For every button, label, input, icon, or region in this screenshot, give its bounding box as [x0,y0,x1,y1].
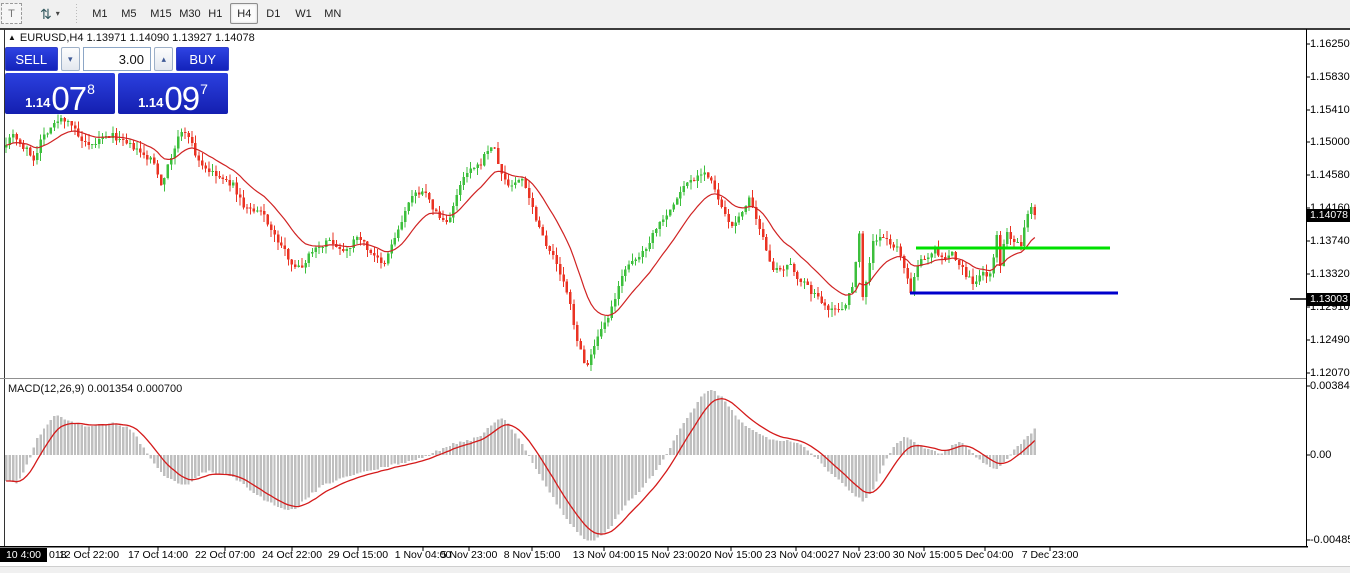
crosshair-time-badge: 10 4:00 [0,548,47,562]
toolbar: T ⇅ ▾ M1M5M15M30H1H4D1W1MN [0,0,1350,27]
timeframe-button-w1[interactable]: W1 [288,3,316,24]
volume-decrease-button[interactable]: ▾ [61,47,80,71]
chart-tool-glyph: ⇅ [40,7,52,21]
ask-price-display[interactable]: 1.14 09 7 [118,73,228,114]
symbol-ohlc-text: EURUSD,H4 1.13971 1.14090 1.13927 1.1407… [20,32,255,44]
ask-prefix: 1.14 [138,96,163,109]
volume-increase-button[interactable]: ▴ [154,47,173,71]
bid-prefix: 1.14 [25,96,50,109]
timeframe-button-m5[interactable]: M5 [114,3,142,24]
timeframe-buttons: M1M5M15M30H1H4D1W1MN [85,3,346,24]
bid-pip: 8 [87,82,95,96]
price-tick-label: 1.15410 [1310,104,1350,116]
macd-indicator-label: MACD(12,26,9) 0.001354 0.000700 [8,383,182,395]
trade-controls-row: SELL ▾ ▴ BUY [5,47,229,71]
timeframe-button-d1[interactable]: D1 [259,3,287,24]
timeframe-button-h4[interactable]: H4 [230,3,258,24]
price-tick-label: 1.13320 [1310,268,1350,280]
bid-main: 07 [51,83,86,114]
sell-button[interactable]: SELL [5,47,58,71]
volume-input[interactable] [83,47,151,71]
macd-tick-label: 0.00 [1310,449,1331,461]
timeframe-button-m15[interactable]: M15 [143,3,171,24]
price-badge: 1.14078 [1307,209,1350,222]
macd-tick-label: 0.003847 [1310,380,1350,392]
status-strip [0,566,1350,573]
timeframe-button-m1[interactable]: M1 [85,3,113,24]
bid-price-display[interactable]: 1.14 07 8 [5,73,115,114]
price-tick-label: 1.12490 [1310,334,1350,346]
timeframe-button-m30[interactable]: M30 [172,3,200,24]
mt4-window: T ⇅ ▾ M1M5M15M30H1H4D1W1MN ▲ EURUSD,H4 1.… [0,0,1350,573]
cursor-tool-glyph: T [8,8,15,20]
buy-button[interactable]: BUY [176,47,229,71]
ask-pip: 7 [200,82,208,96]
time-tick-label: 7 Dec 23:00 [1010,549,1090,561]
price-tick-label: 1.16250 [1310,38,1350,50]
chart-tool-icon[interactable]: ⇅ ▾ [36,5,64,23]
price-tick-label: 1.13740 [1310,235,1350,247]
toolbar-separator [74,4,79,24]
price-tick-label: 1.15000 [1310,136,1350,148]
price-tick-label: 1.15830 [1310,71,1350,83]
price-tick-label: 1.14580 [1310,169,1350,181]
time-label-remnant: 018 [49,549,67,561]
one-click-trading-panel: SELL ▾ ▴ BUY 1.14 07 8 1.14 09 7 [5,47,229,114]
cursor-tool-icon[interactable]: T [1,3,22,24]
timeframe-button-h1[interactable]: H1 [201,3,229,24]
quote-row: 1.14 07 8 1.14 09 7 [5,73,229,114]
dropdown-caret-icon: ▾ [56,9,60,18]
timeframe-button-mn[interactable]: MN [317,3,345,24]
symbol-ohlc-line: ▲ EURUSD,H4 1.13971 1.14090 1.13927 1.140… [8,32,255,44]
symbol-marker-icon: ▲ [8,33,16,42]
ask-main: 09 [164,83,199,114]
price-badge: 1.13003 [1307,293,1350,306]
macd-tick-label: -0.004856 [1310,534,1350,546]
time-tick-label: 8 Nov 15:00 [492,549,572,561]
price-tick-label: 1.12070 [1310,367,1350,379]
